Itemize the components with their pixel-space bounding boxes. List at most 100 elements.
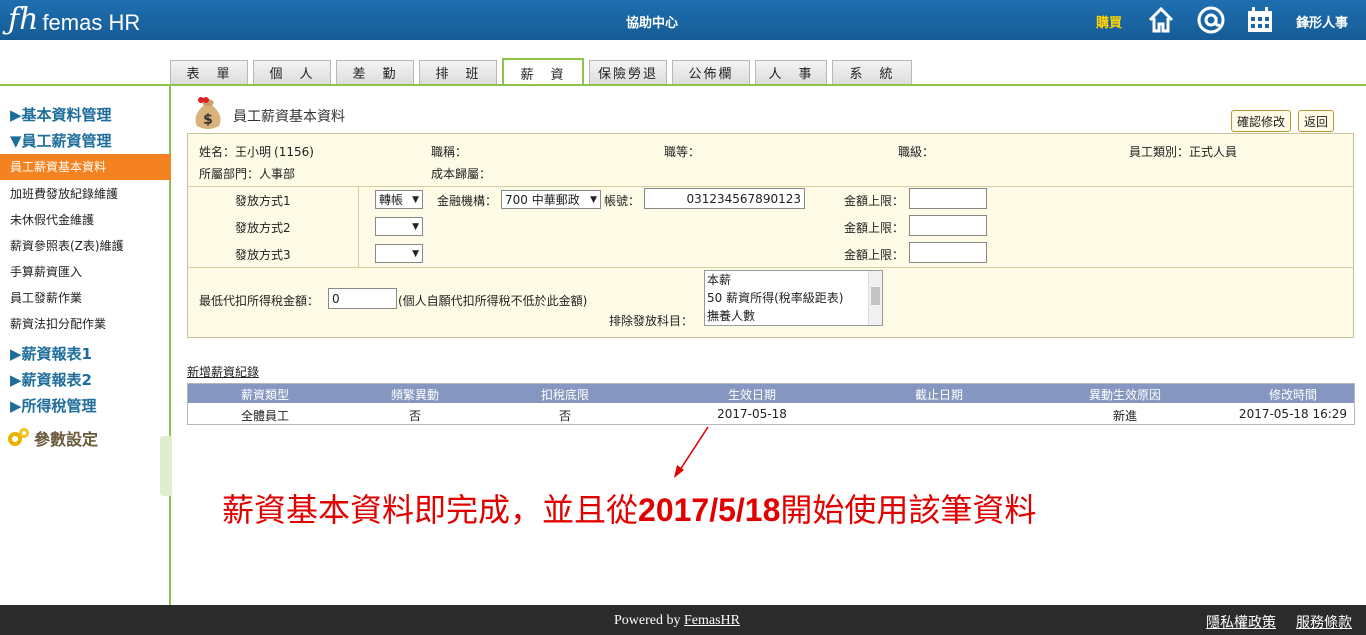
min-tax-label: 最低代扣所得稅金額：	[199, 294, 320, 308]
table-header: 薪資類型 頻繁異動 扣稅底限 生效日期 截止日期 異動生效原因 修改時間	[188, 384, 1354, 403]
home-icon[interactable]	[1146, 5, 1176, 35]
column-header[interactable]: 扣稅底限	[541, 386, 589, 403]
bank-value: 700 中華郵政	[505, 193, 580, 207]
sidebar-item-manual-import[interactable]: 手算薪資匯入	[10, 263, 82, 280]
femashr-link[interactable]: FemasHR	[684, 613, 740, 628]
tab-insurance-pension[interactable]: 保險勞退	[589, 60, 667, 84]
page-title: 員工薪資基本資料	[233, 109, 345, 125]
account-input[interactable]: 031234567890123	[644, 188, 805, 209]
buy-link[interactable]: 購買	[1096, 12, 1122, 31]
confirm-edit-button[interactable]: 確認修改	[1231, 110, 1292, 132]
annotation-text-before: 薪資基本資料即完成，並且從	[222, 491, 639, 529]
sidebar-item-payroll[interactable]: 員工發薪作業	[10, 289, 82, 306]
exclude-option[interactable]: 撫養人數	[705, 307, 882, 325]
amount-limit-label-2: 金額上限：	[844, 221, 905, 235]
pay-method-1-select[interactable]: 轉帳 ▼	[375, 190, 423, 209]
pay-method-3-label: 發放方式3	[235, 248, 291, 262]
salary-records-table: 薪資類型 頻繁異動 扣稅底限 生效日期 截止日期 異動生效原因 修改時間 全體員…	[187, 383, 1355, 425]
amount-limit-input-2[interactable]	[909, 215, 987, 236]
pay-method-1-label: 發放方式1	[235, 194, 291, 208]
tab-hr[interactable]: 人 事	[755, 60, 827, 84]
sidebar: ▶基本資料管理 ▼員工薪資管理 員工薪資基本資料 加班費發放紀錄維護 未休假代金…	[0, 86, 172, 605]
department-value: 人事部	[259, 167, 296, 181]
column-header[interactable]: 截止日期	[915, 386, 963, 403]
footer: Powered by FemasHR 隱私權政策 服務條款	[0, 605, 1366, 635]
sidebar-item-overtime-pay[interactable]: 加班費發放紀錄維護	[10, 185, 118, 202]
annotation-date: 2017/5/18	[638, 492, 781, 528]
job-title-label: 職稱：	[431, 145, 468, 159]
column-header[interactable]: 修改時間	[1269, 386, 1317, 403]
listbox-scrollbar[interactable]	[868, 271, 882, 325]
pay-method-2-select[interactable]: ▼	[375, 217, 423, 236]
level-label: 職級：	[898, 145, 935, 159]
min-tax-input[interactable]: 0	[328, 288, 397, 309]
tab-bulletin[interactable]: 公佈欄	[672, 60, 750, 84]
sidebar-group-report-1[interactable]: ▶薪資報表1	[10, 343, 92, 364]
money-bag-icon: $	[195, 97, 221, 129]
table-cell: 2017-05-18	[717, 407, 787, 421]
bank-label: 金融機構：	[437, 194, 498, 208]
name-label: 姓名：	[199, 145, 236, 159]
column-header[interactable]: 頻繁異動	[391, 386, 439, 403]
pay-method-1-value: 轉帳	[379, 193, 404, 207]
amount-limit-label-3: 金額上限：	[844, 248, 905, 262]
back-button[interactable]: 返回	[1298, 110, 1335, 132]
sidebar-item-salary-ref-table[interactable]: 薪資參照表(Z表)維護	[10, 237, 124, 254]
add-salary-record-link[interactable]: 新增薪資紀錄	[187, 363, 259, 380]
tab-attendance[interactable]: 差 勤	[336, 60, 414, 84]
amount-limit-input-1[interactable]	[909, 188, 987, 209]
sidebar-group-basic-data[interactable]: ▶基本資料管理	[10, 104, 112, 125]
exclude-option[interactable]: 50 薪資所得(稅率級距表)	[705, 289, 882, 307]
tab-salary[interactable]: 薪 資	[502, 58, 584, 86]
tab-forms[interactable]: 表 單	[170, 60, 248, 84]
tab-personal[interactable]: 個 人	[253, 60, 331, 84]
min-tax-note: (個人自願代扣所得稅不低於此金額)	[398, 294, 588, 308]
sidebar-item-garnishment[interactable]: 薪資法扣分配作業	[10, 315, 106, 332]
sidebar-group-report-2[interactable]: ▶薪資報表2	[10, 369, 92, 390]
table-cell[interactable]: 全體員工	[241, 407, 289, 424]
grade-label: 職等：	[664, 145, 701, 159]
tab-system[interactable]: 系 統	[832, 60, 912, 84]
exclude-option[interactable]: 本薪	[705, 271, 882, 289]
pay-method-3-select[interactable]: ▼	[375, 244, 423, 263]
at-mail-icon[interactable]	[1196, 5, 1226, 35]
column-header[interactable]: 薪資類型	[241, 386, 289, 403]
table-cell: 否	[408, 409, 422, 423]
amount-limit-input-3[interactable]	[909, 242, 987, 263]
employee-type-label: 員工類別：	[1129, 145, 1190, 159]
gears-icon	[8, 428, 29, 446]
tab-scheduling[interactable]: 排 班	[419, 60, 497, 84]
amount-limit-label-1: 金額上限：	[844, 194, 905, 208]
sidebar-collapse-handle[interactable]	[160, 436, 172, 496]
tab-underline	[0, 84, 1366, 86]
logo-mark: ƒh	[8, 2, 39, 37]
employee-type-value: 正式人員	[1189, 145, 1238, 159]
calendar-icon[interactable]	[1245, 5, 1275, 35]
pay-method-2-label: 發放方式2	[235, 221, 291, 235]
employee-number: (1156)	[274, 145, 314, 159]
sidebar-param-settings[interactable]: 參數設定	[6, 426, 98, 450]
exclude-items-listbox[interactable]: 本薪 50 薪資所得(稅率級距表) 撫養人數	[704, 270, 883, 326]
help-center-title[interactable]: 協助中心	[626, 12, 678, 31]
table-cell: 否	[558, 409, 572, 423]
powered-by: Powered by FemasHR	[614, 613, 740, 629]
user-name[interactable]: 鋒形人事	[1296, 12, 1348, 31]
privacy-policy-link[interactable]: 隱私權政策	[1206, 612, 1276, 632]
exclude-items-label: 排除發放科目：	[609, 314, 694, 328]
sidebar-group-salary-mgmt[interactable]: ▼員工薪資管理	[10, 130, 112, 151]
column-header[interactable]: 異動生效原因	[1089, 386, 1161, 403]
table-cell: 2017-05-18 16:29	[1238, 407, 1348, 421]
terms-of-service-link[interactable]: 服務條款	[1296, 612, 1352, 632]
sidebar-group-income-tax[interactable]: ▶所得稅管理	[10, 395, 97, 416]
annotation-text: 薪資基本資料即完成，並且從2017/5/18開始使用該筆資料	[222, 485, 1036, 531]
powered-by-label: Powered by	[614, 613, 681, 628]
logo-text: femas HR	[42, 10, 141, 35]
sidebar-item-salary-basic[interactable]: 員工薪資基本資料	[0, 154, 171, 180]
sidebar-item-unused-leave[interactable]: 未休假代金維護	[10, 211, 94, 228]
annotation-arrow	[674, 426, 709, 478]
bank-select[interactable]: 700 中華郵政 ▼	[501, 190, 601, 209]
column-header[interactable]: 生效日期	[728, 386, 776, 403]
cost-center-label: 成本歸屬：	[431, 167, 492, 181]
femas-logo[interactable]: ƒh femas HR	[8, 4, 140, 36]
account-label: 帳號：	[604, 194, 641, 208]
